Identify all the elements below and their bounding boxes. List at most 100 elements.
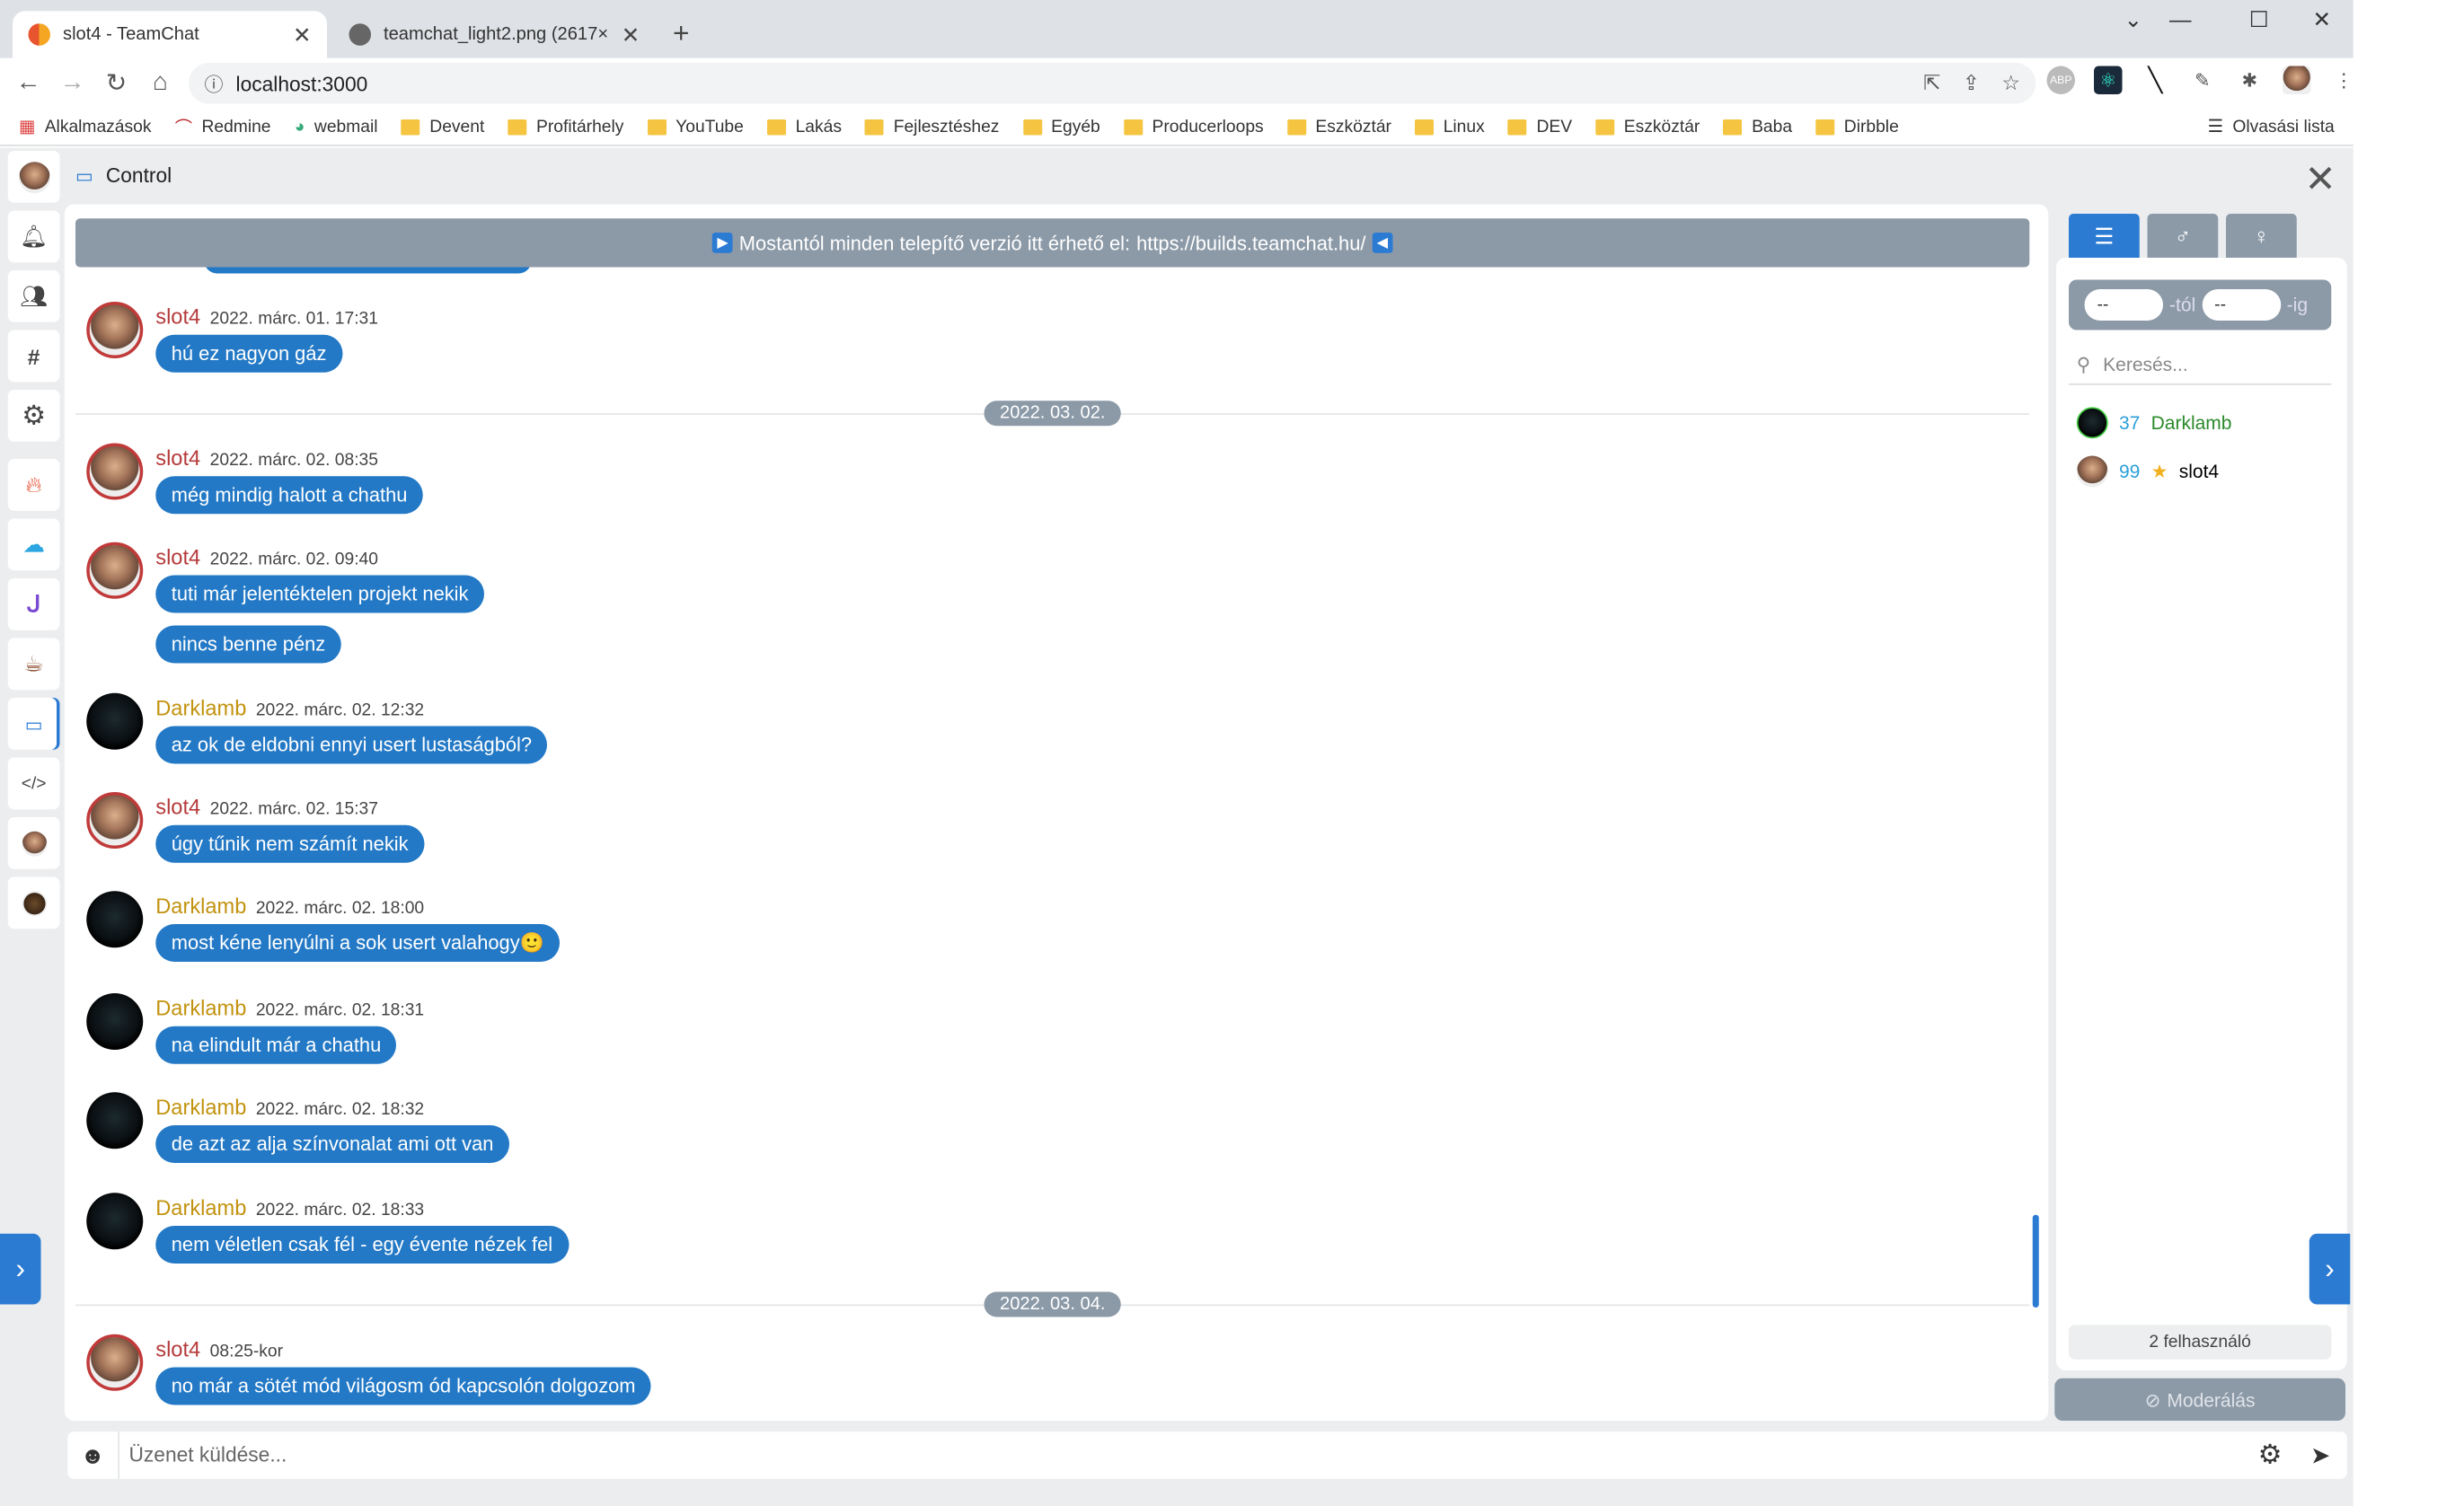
author-name[interactable]: Darklamb: [155, 696, 246, 719]
profile-avatar[interactable]: [2283, 66, 2311, 94]
announcement-link[interactable]: https://builds.teamchat.hu/: [1136, 232, 1365, 254]
close-tab-icon[interactable]: ✕: [622, 22, 640, 48]
nav-worm[interactable]: ᒍ: [7, 578, 60, 630]
user-list-item[interactable]: 99 ★ slot4: [2076, 455, 2219, 488]
search-input[interactable]: Keresés...: [2103, 353, 2188, 375]
message-author[interactable]: Darklamb 2022. márc. 02. 18:33: [155, 1196, 424, 1220]
message-input[interactable]: Üzenet küldése...: [118, 1431, 2247, 1479]
bookmark-apps[interactable]: ▦ Alkalmazások: [19, 117, 151, 137]
avatar[interactable]: [86, 891, 144, 948]
avatar[interactable]: [86, 1092, 144, 1149]
tab-search-chevron-icon[interactable]: ⌄: [2110, 6, 2158, 33]
react-devtools-icon[interactable]: ⚛: [2094, 66, 2123, 94]
age-to-input[interactable]: --: [2202, 289, 2281, 321]
avatar[interactable]: [86, 443, 144, 500]
user-list-item[interactable]: 37 Darklamb: [2076, 407, 2232, 439]
avatar[interactable]: [86, 792, 144, 849]
author-name[interactable]: Darklamb: [155, 894, 246, 918]
author-name[interactable]: Darklamb: [155, 997, 246, 1020]
emoji-icon[interactable]: ☻: [67, 1442, 118, 1469]
bookmark-folder[interactable]: Egyéb: [1022, 117, 1100, 136]
tab-image[interactable]: teamchat_light2.png (2617×167 ✕: [333, 11, 656, 58]
new-tab-icon[interactable]: +: [673, 17, 689, 50]
bookmark-folder[interactable]: Linux: [1415, 117, 1485, 136]
author-name[interactable]: slot4: [155, 796, 200, 819]
expand-right-button[interactable]: ›: [2309, 1233, 2351, 1305]
avatar[interactable]: [86, 302, 144, 358]
open-in-app-icon[interactable]: ⇱: [1923, 71, 1940, 96]
message-bubble[interactable]: úgy tűnik nem számít nekik: [155, 824, 425, 863]
close-panel-icon[interactable]: ✕: [2305, 157, 2336, 203]
nav-settings[interactable]: ⚙: [7, 390, 60, 442]
nav-control[interactable]: ▭: [7, 698, 60, 750]
message-bubble[interactable]: de azt az alja színvonalat ami ott van: [155, 1125, 509, 1163]
eyedropper-icon[interactable]: ✎: [2188, 66, 2217, 95]
user-search[interactable]: ⚲ Keresés...: [2069, 344, 2332, 385]
nav-coffee[interactable]: ☕︎: [7, 638, 60, 691]
message-author[interactable]: Darklamb 2022. márc. 02. 12:32: [155, 696, 424, 719]
nav-cloud[interactable]: ☁: [7, 518, 60, 571]
bookmark-folder[interactable]: Devent: [401, 117, 484, 136]
bookmark-folder[interactable]: Dirbble: [1815, 117, 1899, 136]
bookmark-folder[interactable]: YouTube: [647, 117, 744, 136]
menu-kebab-icon[interactable]: ⋮: [2330, 66, 2359, 95]
message-bubble[interactable]: még mindig halott a chathu: [155, 476, 423, 515]
bookmark-folder[interactable]: Profitárhely: [508, 117, 623, 136]
close-window-icon[interactable]: ✕: [2299, 6, 2346, 33]
share-icon[interactable]: ⇪: [1963, 71, 1980, 96]
reading-list[interactable]: ☰ Olvasási lista: [2208, 117, 2335, 137]
minimize-icon[interactable]: —: [2157, 6, 2204, 31]
bookmark-folder[interactable]: Fejlesztéshez: [865, 117, 999, 136]
message-author[interactable]: Darklamb 2022. márc. 02. 18:31: [155, 997, 424, 1020]
home-icon[interactable]: ⌂: [138, 69, 182, 98]
message-bubble[interactable]: nem véletlen csak fél - egy évente nézek…: [155, 1226, 569, 1264]
nav-users[interactable]: 👥︎: [7, 270, 60, 322]
message-author[interactable]: slot4 2022. márc. 02. 15:37: [155, 796, 378, 819]
avatar[interactable]: [86, 542, 144, 599]
extension-slash-icon[interactable]: ╲: [2142, 66, 2170, 94]
nav-dm-other[interactable]: [7, 876, 60, 929]
tab-female[interactable]: ♀: [2226, 214, 2297, 258]
author-name[interactable]: Darklamb: [155, 1196, 246, 1220]
back-icon[interactable]: ←: [6, 69, 50, 98]
bookmark-folder[interactable]: Eszköztár: [1595, 117, 1700, 136]
author-name[interactable]: Darklamb: [155, 1096, 246, 1119]
message-bubble[interactable]: na elindult már a chathu: [155, 1026, 397, 1064]
bookmark-folder[interactable]: Eszköztár: [1286, 117, 1391, 136]
reload-icon[interactable]: ↻: [94, 67, 138, 99]
author-name[interactable]: slot4: [155, 305, 200, 329]
bookmark-folder[interactable]: Lakás: [767, 117, 842, 136]
avatar[interactable]: [86, 1193, 144, 1250]
message-bubble[interactable]: hú ez nagyon gáz: [155, 334, 342, 373]
message-author[interactable]: slot4 2022. márc. 02. 08:35: [155, 446, 378, 470]
nav-hot[interactable]: 🔥︎: [7, 459, 60, 511]
tab-all-users[interactable]: ☰: [2069, 214, 2140, 258]
moderation-button[interactable]: ⊘ Moderálás: [2054, 1378, 2345, 1421]
tab-male[interactable]: ♂: [2147, 214, 2219, 258]
author-name[interactable]: slot4: [155, 545, 200, 568]
message-author[interactable]: Darklamb 2022. márc. 02. 18:00: [155, 894, 424, 918]
forward-icon[interactable]: →: [50, 69, 94, 98]
close-tab-icon[interactable]: ✕: [293, 22, 312, 48]
bookmark-redmine[interactable]: ⌒ Redmine: [175, 114, 271, 139]
message-author[interactable]: slot4 08:25-kor: [155, 1337, 283, 1361]
avatar[interactable]: [86, 1334, 144, 1391]
nav-profile[interactable]: [7, 151, 60, 203]
message-bubble[interactable]: nincs benne pénz: [155, 625, 341, 664]
extensions-puzzle-icon[interactable]: ✱: [2236, 66, 2265, 95]
age-from-input[interactable]: --: [2084, 289, 2163, 321]
avatar[interactable]: [86, 692, 144, 750]
message-bubble[interactable]: tuti már jelentéktelen projekt nekik: [155, 575, 484, 613]
author-name[interactable]: slot4: [155, 446, 200, 470]
nav-notifications[interactable]: 🔔︎: [7, 210, 60, 263]
author-name[interactable]: slot4: [155, 1337, 200, 1361]
message-author[interactable]: Darklamb 2022. márc. 02. 18:32: [155, 1096, 424, 1119]
tab-teamchat[interactable]: slot4 - TeamChat ✕: [13, 11, 327, 58]
address-bar[interactable]: ⓘ localhost:3000 ⇱ ⇪ ☆: [189, 63, 2036, 104]
bookmark-folder[interactable]: DEV: [1507, 117, 1572, 136]
settings-gear-icon[interactable]: ⚙: [2247, 1440, 2294, 1471]
scrollbar-thumb[interactable]: [2032, 1214, 2039, 1308]
nav-channels[interactable]: #: [7, 330, 60, 383]
maximize-icon[interactable]: ☐: [2236, 6, 2283, 33]
bookmark-webmail[interactable]: ◕ webmail: [295, 117, 378, 136]
